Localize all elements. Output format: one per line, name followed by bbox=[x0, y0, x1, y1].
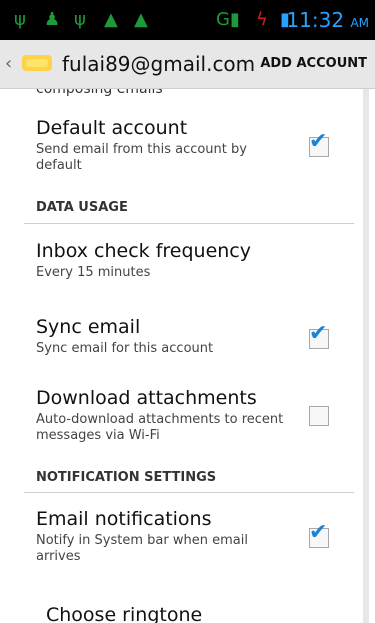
add-account-button[interactable]: ADD ACCOUNT bbox=[260, 56, 367, 71]
status-bar: ψ ♟ ψ ▲ ▲ G▮ ϟ ▮ 11:32 AM bbox=[0, 0, 375, 40]
warning-icon: ▲ bbox=[134, 9, 148, 30]
email-app-icon[interactable] bbox=[20, 51, 54, 75]
action-bar: ‹ fulai89@gmail.com ADD ACCOUNT bbox=[0, 40, 375, 89]
pref-default-account[interactable]: Default account Send email from this acc… bbox=[36, 116, 286, 174]
divider bbox=[24, 223, 354, 224]
pref-inbox-check-frequency[interactable]: Inbox check frequency Every 15 minutes bbox=[36, 239, 286, 281]
pref-summary: Every 15 minutes bbox=[36, 265, 151, 280]
section-notification-settings: NOTIFICATION SETTINGS bbox=[36, 470, 217, 485]
pref-summary: Auto-download attachments to recent mess… bbox=[36, 412, 284, 443]
checkmark-icon: ✔ bbox=[309, 321, 328, 346]
default-account-checkbox[interactable]: ✔ bbox=[309, 129, 329, 157]
pref-download-attachments[interactable]: Download attachments Auto-download attac… bbox=[36, 386, 286, 444]
pref-summary: Send email from this account by default bbox=[36, 142, 247, 173]
clock: 11:32 AM bbox=[286, 8, 369, 32]
pref-title: Inbox check frequency bbox=[36, 240, 251, 262]
scrollbar[interactable] bbox=[363, 89, 369, 623]
pref-title: Download attachments bbox=[36, 387, 257, 409]
settings-list: composing emails Default account Send em… bbox=[0, 89, 375, 623]
usb-icon: ψ bbox=[74, 9, 86, 30]
pref-email-notifications[interactable]: Email notifications Notify in System bar… bbox=[36, 507, 286, 565]
pref-choose-ringtone[interactable]: Choose ringtone bbox=[46, 603, 296, 623]
pref-summary: Sync email for this account bbox=[36, 341, 214, 356]
pref-title: Default account bbox=[36, 117, 188, 139]
usb-icon: ψ bbox=[14, 9, 26, 30]
charging-icon: ϟ bbox=[256, 9, 268, 30]
pref-summary: Notify in System bar when email arrives bbox=[36, 533, 248, 564]
warning-icon: ▲ bbox=[104, 9, 118, 30]
signal-icon: G▮ bbox=[216, 9, 240, 30]
download-attachments-checkbox[interactable] bbox=[309, 406, 329, 426]
section-data-usage: DATA USAGE bbox=[36, 200, 128, 215]
checkmark-icon: ✔ bbox=[309, 129, 328, 154]
pref-sync-email[interactable]: Sync email Sync email for this account bbox=[36, 315, 286, 357]
email-notifications-checkbox[interactable]: ✔ bbox=[309, 520, 329, 548]
android-icon: ♟ bbox=[44, 9, 61, 30]
sync-email-checkbox[interactable]: ✔ bbox=[309, 321, 329, 349]
up-caret-icon[interactable]: ‹ bbox=[5, 53, 12, 74]
account-email[interactable]: fulai89@gmail.com bbox=[62, 52, 255, 76]
pref-title: Sync email bbox=[36, 316, 141, 338]
divider bbox=[24, 492, 354, 493]
cut-off-text: composing emails bbox=[36, 89, 163, 97]
pref-title: Choose ringtone bbox=[46, 604, 203, 623]
pref-title: Email notifications bbox=[36, 508, 212, 530]
checkmark-icon: ✔ bbox=[309, 520, 328, 545]
